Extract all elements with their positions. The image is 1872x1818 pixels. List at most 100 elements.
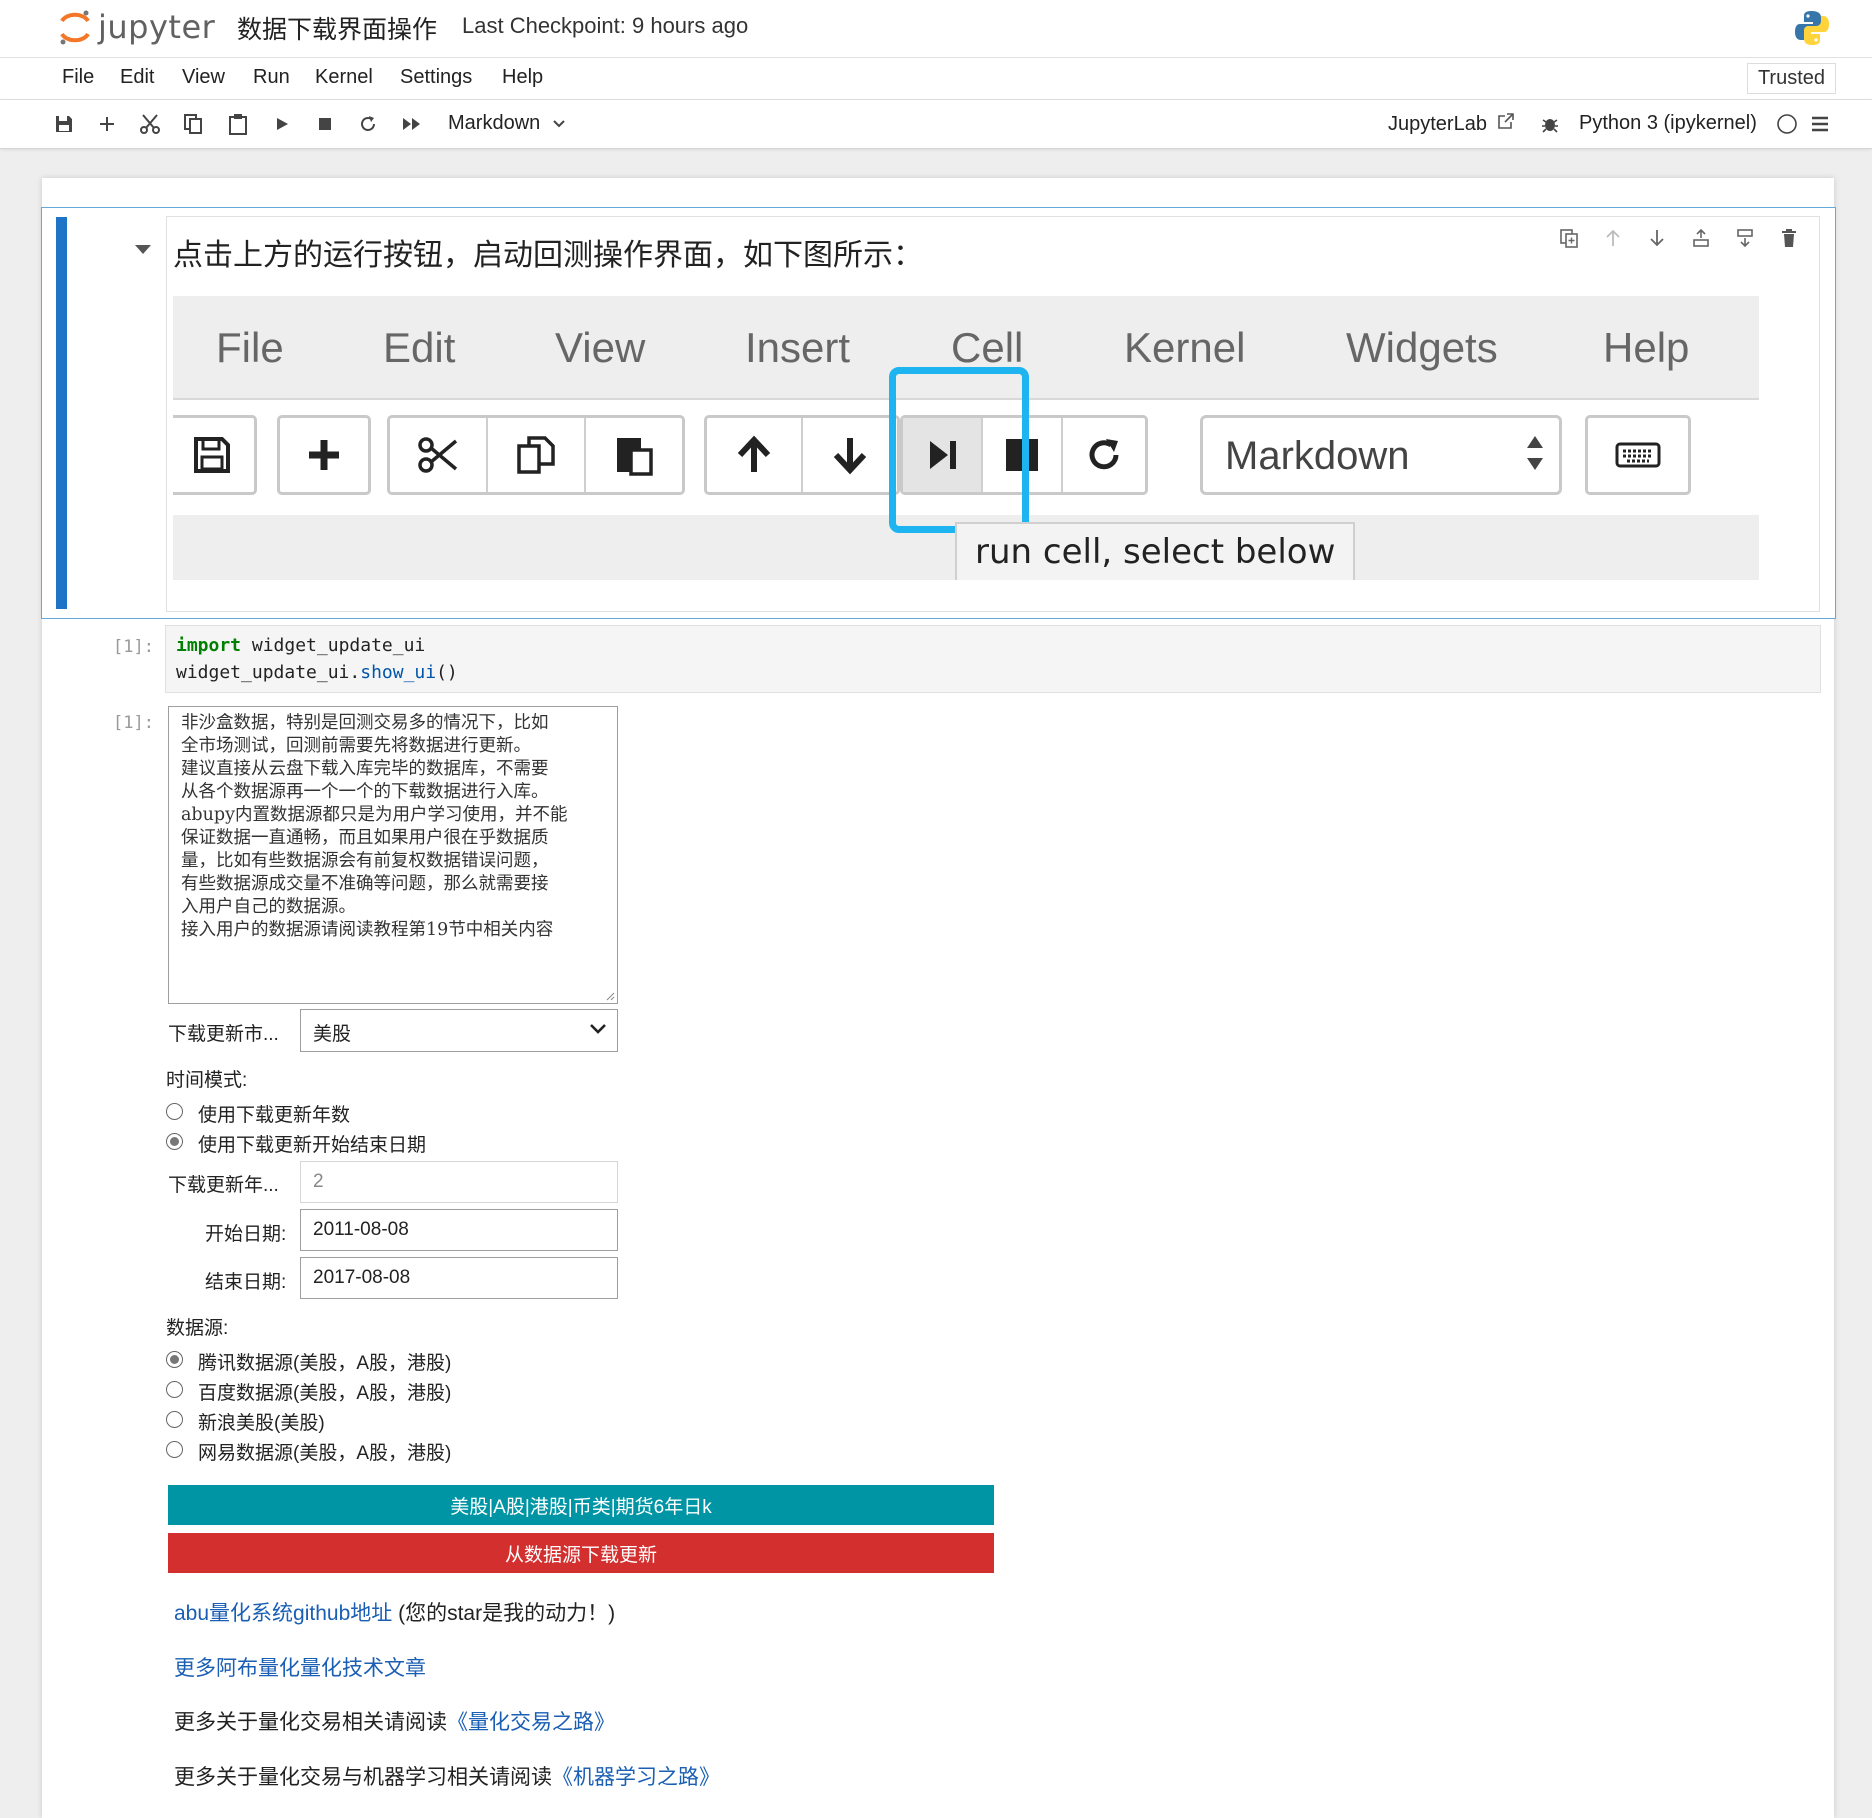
resize-grip-icon[interactable] — [605, 991, 615, 1001]
top-bar: jupyter 数据下载界面操作 Last Checkpoint: 9 hour… — [0, 0, 1872, 58]
ml-book-link[interactable]: 《机器学习之路》 — [552, 1766, 720, 1789]
radio-source-netease-label: 网易数据源(美股，A股，港股) — [198, 1443, 452, 1464]
run-icon[interactable] — [270, 112, 294, 136]
copy-icon[interactable] — [181, 112, 205, 136]
code-module: widget_update_ui — [241, 635, 426, 656]
embedded-menu-insert: Insert — [745, 324, 851, 371]
years-input[interactable]: 2 — [300, 1161, 618, 1203]
market-label: 下载更新市... — [168, 1024, 279, 1045]
embedded-keyboard-icon — [1585, 415, 1691, 495]
market-select[interactable]: 美股 — [300, 1009, 618, 1052]
embedded-paste-icon — [586, 418, 682, 492]
code-line-1: import widget_update_ui — [176, 635, 425, 656]
embedded-edit-group — [387, 415, 685, 495]
embedded-add-group — [277, 415, 371, 495]
notebook-title[interactable]: 数据下载界面操作 — [237, 10, 437, 46]
collapse-arrow-icon[interactable] — [135, 245, 151, 254]
move-up-icon[interactable] — [1599, 224, 1627, 252]
github-line: abu量化系统github地址 (您的star是我的动力！) — [174, 1597, 615, 1627]
menu-edit[interactable]: Edit — [120, 66, 154, 89]
menu-icon[interactable] — [1808, 112, 1832, 136]
years-label: 下载更新年... — [168, 1175, 279, 1196]
radio-source-tencent[interactable] — [166, 1351, 183, 1368]
menu-file[interactable]: File — [62, 66, 94, 89]
chevron-down-icon — [553, 120, 565, 128]
menu-help[interactable]: Help — [502, 66, 543, 89]
github-note: (您的star是我的动力！) — [392, 1602, 616, 1625]
menu-view[interactable]: View — [182, 66, 225, 89]
textarea-line: 量，比如有些数据源会有前复权数据错误问题， — [181, 851, 549, 871]
menu-kernel[interactable]: Kernel — [315, 66, 373, 89]
embedded-menu-view: View — [555, 324, 646, 371]
radio-time-mode-dates[interactable] — [166, 1133, 183, 1150]
textarea-line: 非沙盒数据，特别是回测交易多的情况下，比如 — [181, 713, 549, 733]
duplicate-cell-icon[interactable] — [1555, 224, 1583, 252]
restart-icon[interactable] — [356, 112, 380, 136]
menu-settings[interactable]: Settings — [400, 66, 472, 89]
embedded-updown-icon — [1527, 436, 1543, 470]
paste-icon[interactable] — [226, 112, 250, 136]
info-textarea[interactable]: 非沙盒数据，特别是回测交易多的情况下，比如 全市场测试，回测前需要先将数据进行更… — [168, 706, 618, 1004]
articles-line: 更多阿布量化量化技术文章 — [174, 1652, 426, 1682]
start-date-input[interactable]: 2011-08-08 — [300, 1209, 618, 1251]
external-link-icon — [1497, 113, 1514, 129]
articles-link[interactable]: 更多阿布量化量化技术文章 — [174, 1657, 426, 1680]
insert-above-icon[interactable] — [1687, 224, 1715, 252]
delete-cell-icon[interactable] — [1775, 224, 1803, 252]
radio-time-mode-years[interactable] — [166, 1103, 183, 1120]
stop-icon[interactable] — [313, 112, 337, 136]
embedded-move-group — [704, 415, 900, 495]
jupyter-logo[interactable]: jupyter — [58, 6, 215, 48]
embedded-menu-edit: Edit — [383, 324, 456, 371]
end-date-input[interactable]: 2017-08-08 — [300, 1257, 618, 1299]
textarea-line: 建议直接从云盘下载入库完毕的数据库，不需要 — [181, 759, 549, 779]
start-date-value: 2011-08-08 — [313, 1219, 409, 1240]
radio-source-tencent-label: 腾讯数据源(美股，A股，港股) — [198, 1353, 452, 1374]
trusted-indicator[interactable]: Trusted — [1746, 63, 1836, 94]
cell-type-dropdown[interactable]: Markdown — [448, 112, 566, 135]
radio-source-baidu-label: 百度数据源(美股，A股，港股) — [198, 1383, 452, 1404]
quant-book-link[interactable]: 《量化交易之路》 — [447, 1711, 615, 1734]
code-line-2: widget_update_ui.show_ui() — [176, 662, 458, 683]
notebook-toolbar: Markdown JupyterLab Python 3 (ipykernel) — [0, 100, 1872, 149]
quant-book-line: 更多关于量化交易相关请阅读《量化交易之路》 — [174, 1706, 615, 1736]
radio-source-sina-label: 新浪美股(美股) — [198, 1413, 325, 1434]
jupyter-logo-icon — [60, 10, 90, 45]
menu-run[interactable]: Run — [253, 66, 290, 89]
cut-icon[interactable] — [138, 112, 162, 136]
save-icon[interactable] — [52, 112, 76, 136]
output-prompt: [1]: — [113, 713, 154, 733]
embedded-cell-type-label: Markdown — [1225, 434, 1410, 478]
debugger-icon[interactable] — [1538, 112, 1562, 136]
radio-source-netease[interactable] — [166, 1441, 183, 1458]
embedded-menu-kernel: Kernel — [1124, 324, 1246, 371]
embedded-save-icon — [173, 418, 254, 492]
insert-below-icon[interactable] — [1731, 224, 1759, 252]
kernel-name[interactable]: Python 3 (ipykernel) — [1579, 112, 1757, 135]
cell-type-label: Markdown — [448, 112, 541, 134]
data-source-label: 数据源: — [166, 1318, 229, 1339]
fast-forward-icon[interactable] — [400, 112, 424, 136]
code-cell[interactable]: import widget_update_ui widget_update_ui… — [165, 625, 1821, 693]
radio-source-sina[interactable] — [166, 1411, 183, 1428]
embedded-menu-file: File — [216, 324, 284, 371]
checkpoint-status: Last Checkpoint: 9 hours ago — [462, 13, 749, 38]
market-select-value: 美股 — [313, 1024, 352, 1045]
textarea-line: 入用户自己的数据源。 — [181, 897, 356, 917]
textarea-line: 全市场测试，回测前需要先将数据进行更新。 — [181, 736, 531, 756]
jupyterlab-link[interactable]: JupyterLab — [1388, 112, 1515, 136]
textarea-line: abupy内置数据源都只是为用户学习使用，并不能 — [181, 805, 568, 825]
github-link[interactable]: abu量化系统github地址 — [174, 1602, 392, 1625]
radio-source-baidu[interactable] — [166, 1381, 183, 1398]
move-down-icon[interactable] — [1643, 224, 1671, 252]
add-cell-icon[interactable] — [95, 112, 119, 136]
source-update-button[interactable]: 从数据源下载更新 — [168, 1533, 994, 1573]
markdown-heading: 点击上方的运行按钮，启动回测操作界面，如下图所示： — [173, 239, 923, 272]
textarea-content: 非沙盒数据，特别是回测交易多的情况下，比如 全市场测试，回测前需要先将数据进行更… — [181, 712, 611, 942]
textarea-line: 接入用户的数据源请阅读教程第19节中相关内容 — [181, 920, 554, 940]
embedded-add-icon — [280, 418, 368, 492]
embedded-cell-type-select: Markdown — [1200, 415, 1562, 495]
embedded-cut-icon — [390, 418, 488, 492]
cloud-download-button[interactable]: 美股|A股|港股|币类|期货6年日k — [168, 1485, 994, 1525]
textarea-line: 保证数据一直通畅，而且如果用户很在乎数据质 — [181, 828, 549, 848]
